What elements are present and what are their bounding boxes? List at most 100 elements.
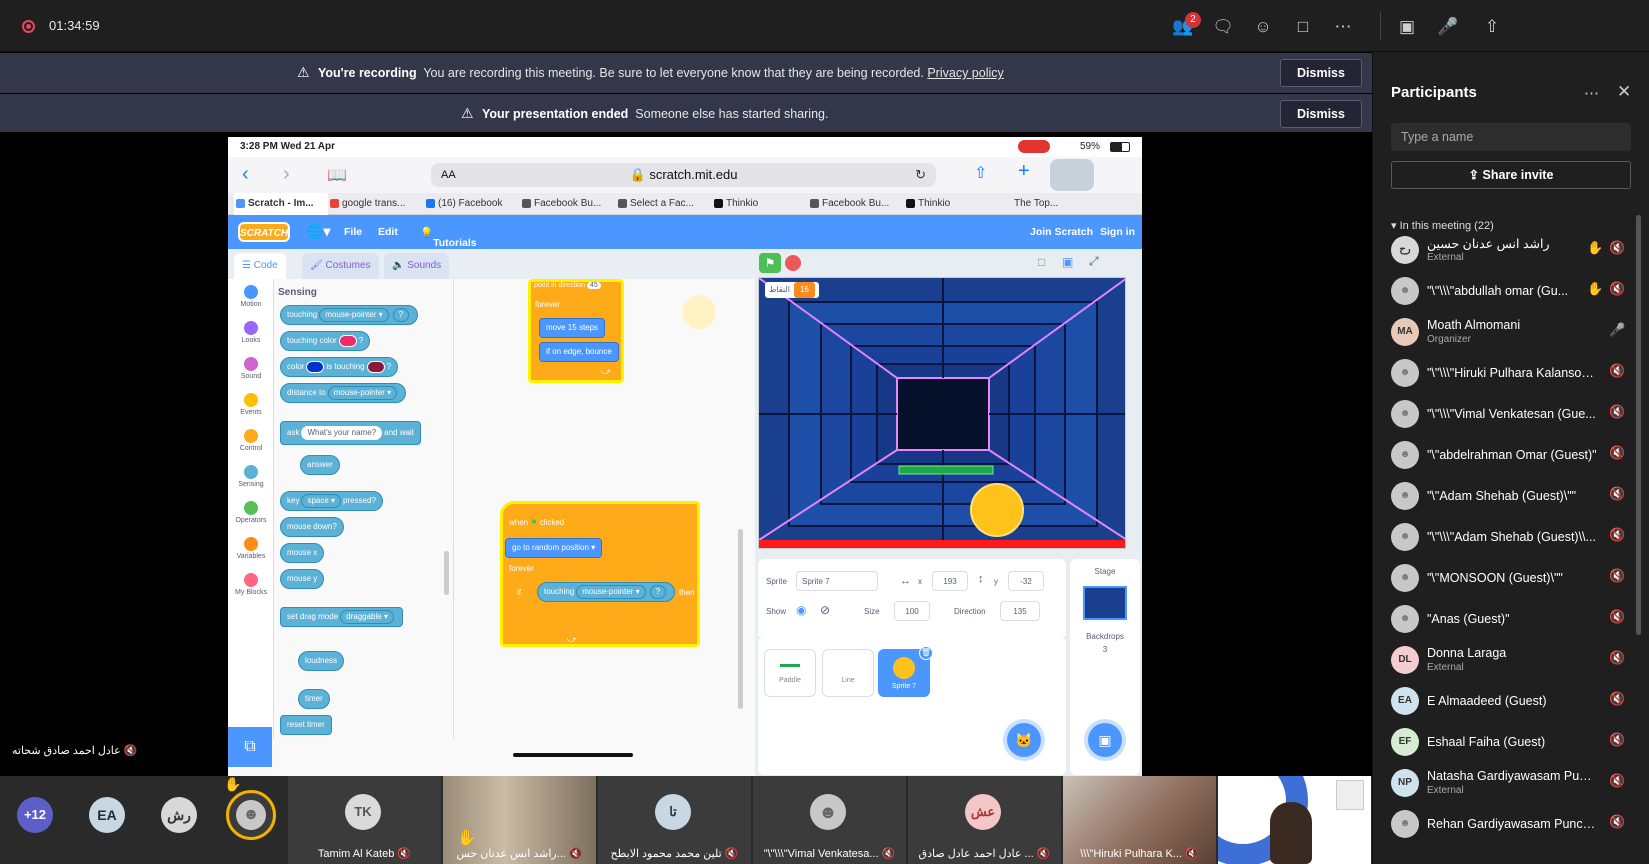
category-sound[interactable]: Sound [228, 357, 274, 380]
sign-in-link[interactable]: Sign in [1100, 226, 1135, 238]
participant-video-tile[interactable]: ✋ راشد انس عدنان حس... 🔇 [443, 776, 596, 864]
sprite-name-input[interactable]: Sprite 7 [796, 571, 878, 591]
avatar[interactable]: رش [161, 797, 197, 833]
muted-mic-icon[interactable]: 🔇 [1609, 527, 1625, 543]
browser-tab[interactable]: google trans... [328, 193, 424, 215]
browser-tab[interactable]: (16) Facebook [424, 193, 520, 215]
add-extension-button[interactable]: ⧉ [228, 727, 272, 767]
raised-hand-avatar[interactable]: ☻ [226, 790, 276, 840]
choose-sprite-button[interactable]: 🐱 [1007, 723, 1041, 757]
key-pressed-block[interactable]: key space ▾ pressed? [280, 491, 383, 511]
participant-row[interactable]: ☻ "Anas (Guest)" 🔇 [1373, 599, 1635, 639]
reset-timer-block[interactable]: reset timer [280, 715, 332, 735]
set-drag-mode-block[interactable]: set drag mode draggable ▾ [280, 607, 403, 627]
palette-scrollbar[interactable] [444, 551, 449, 595]
mouse-down-block[interactable]: mouse down? [280, 517, 344, 537]
script-scrollbar[interactable] [738, 529, 743, 709]
bounce-block[interactable]: if on edge, bounce [539, 342, 619, 362]
participant-row[interactable]: EF Eshaal Faiha (Guest) 🔇 [1373, 722, 1635, 762]
participant-row[interactable]: ☻ "\"\\\"Vimal Venkatesan (Gue... 🔇 [1373, 394, 1635, 434]
sprite-thumb-paddle[interactable]: Paddle [764, 649, 816, 697]
muted-mic-icon[interactable]: 🔇 [1609, 445, 1625, 461]
category-looks[interactable]: Looks [228, 321, 274, 344]
mouse-x-block[interactable]: mouse x [280, 543, 325, 563]
browser-tab[interactable]: The Top... [1000, 193, 1096, 215]
tabs-overview-icon[interactable] [1050, 159, 1094, 191]
camera-icon[interactable]: ▣ [1396, 16, 1418, 38]
rooms-icon[interactable]: □ [1292, 16, 1314, 38]
stage-canvas[interactable]: النقاط 16 [758, 277, 1126, 549]
forward-icon[interactable]: › [283, 163, 290, 186]
category-sensing[interactable]: Sensing [228, 465, 274, 488]
mouse-y-block[interactable]: mouse y [280, 569, 325, 589]
forever-script-block[interactable]: point in direction 45 forever move 15 st… [528, 279, 624, 383]
participant-row[interactable]: MA Moath Almomani Organizer 🎤 [1373, 312, 1635, 352]
participant-row[interactable]: ☻ "\"\\\"Hiruki Pulhara Kalansoo... 🔇 [1373, 353, 1635, 393]
fullscreen-icon[interactable]: ⤢ [1089, 254, 1099, 269]
mic-icon[interactable]: 🎤 [1609, 322, 1625, 338]
participant-tile[interactable]: عش عادل احمد عادل صادق ... 🔇 [908, 776, 1061, 864]
tutorials-menu[interactable]: 💡 Tutorials [420, 226, 477, 249]
participant-row[interactable]: ☻ "\"Adam Shehab (Guest)\"" 🔇 [1373, 476, 1635, 516]
presenter-video-tile[interactable] [1218, 776, 1371, 864]
participant-row[interactable]: EA E Almaadeed (Guest) 🔇 [1373, 681, 1635, 721]
more-options-icon[interactable]: ⋯ [1584, 84, 1599, 102]
browser-tab[interactable]: Facebook Bu... [808, 193, 904, 215]
language-icon[interactable]: 🌐▾ [306, 223, 330, 240]
sprite-thumb-line[interactable]: Line [822, 649, 874, 697]
size-input[interactable]: 100 [894, 601, 930, 621]
large-stage-icon[interactable]: ▣ [1062, 255, 1073, 269]
stage-selector[interactable]: Stage Backdrops 3 ▣ [1070, 559, 1140, 775]
hide-icon[interactable]: ⊘ [820, 603, 830, 617]
loudness-block[interactable]: loudness [298, 651, 345, 671]
touching-block[interactable]: touching mouse-pointer ▾? [280, 305, 419, 325]
x-input[interactable]: 193 [932, 571, 968, 591]
go-to-block[interactable]: go to random position ▾ [505, 538, 603, 558]
reload-icon[interactable]: ↻ [915, 163, 926, 187]
participant-row[interactable]: DL Donna Laraga External 🔇 [1373, 640, 1635, 680]
browser-tab[interactable]: Thinkio [904, 193, 1000, 215]
green-flag-button[interactable]: ⚑ [759, 253, 781, 273]
muted-mic-icon[interactable]: 🔇 [1609, 732, 1625, 748]
share-invite-button[interactable]: ⇪ Share invite [1391, 161, 1631, 189]
category-variables[interactable]: Variables [228, 537, 274, 560]
touching-color-block[interactable]: touching color? [280, 331, 371, 351]
muted-mic-icon[interactable]: 🔇 [1609, 609, 1625, 625]
sprite-thumb-selected[interactable]: Sprite 7 🗑 [878, 646, 933, 697]
muted-mic-icon[interactable]: 🔇 [1609, 773, 1625, 789]
reader-aa[interactable]: AA [441, 163, 456, 187]
browser-tab[interactable]: Scratch - Im... [234, 193, 328, 215]
category-motion[interactable]: Motion [228, 285, 274, 308]
muted-mic-icon[interactable]: 🔇 [1609, 363, 1625, 379]
address-bar[interactable]: AA 🔒 scratch.mit.edu ↻ [431, 163, 936, 187]
y-input[interactable]: -32 [1008, 571, 1044, 591]
muted-mic-icon[interactable]: 🔇 [1609, 568, 1625, 584]
more-participants-button[interactable]: +12 [17, 797, 53, 833]
timer-block[interactable]: timer [298, 689, 330, 709]
scratch-logo[interactable]: SCRATCH [238, 222, 290, 242]
privacy-policy-link[interactable]: Privacy policy [927, 66, 1003, 80]
close-icon[interactable]: ✕ [1617, 82, 1631, 102]
tab-code[interactable]: ☰ Code [234, 253, 286, 279]
show-visible-icon[interactable]: ◉ [796, 603, 806, 617]
browser-tab[interactable]: Select a Fac... [616, 193, 712, 215]
stop-button[interactable] [785, 255, 801, 271]
muted-mic-icon[interactable]: 🔇 [1609, 691, 1625, 707]
reactions-icon[interactable]: ☺ [1252, 16, 1274, 38]
browser-tab[interactable]: Thinkio [712, 193, 808, 215]
edit-menu[interactable]: Edit [378, 226, 398, 238]
color-touching-block[interactable]: color is touching? [280, 357, 399, 377]
muted-mic-icon[interactable]: 🔇 [1609, 486, 1625, 502]
move-steps-block[interactable]: move 15 steps [539, 318, 606, 338]
participant-row[interactable]: ☻ "\"\\\"abdullah omar (Gu... ✋ 🔇 [1373, 271, 1635, 311]
participant-row[interactable]: ☻ "\"abdelrahman Omar (Guest)" 🔇 [1373, 435, 1635, 475]
muted-mic-icon[interactable]: 🔇 [1609, 404, 1625, 420]
chat-icon[interactable]: 🗨 [1212, 16, 1234, 38]
touching-condition-block[interactable]: touching mouse-pointer ▾? [537, 582, 676, 602]
bookmarks-icon[interactable]: 📖 [327, 165, 347, 185]
more-actions-icon[interactable]: ⋯ [1332, 16, 1354, 38]
avatar[interactable]: EA [89, 797, 125, 833]
file-menu[interactable]: File [344, 226, 362, 238]
search-input[interactable]: Type a name [1391, 123, 1631, 151]
tab-costumes[interactable]: 🖌 Costumes [302, 253, 379, 279]
